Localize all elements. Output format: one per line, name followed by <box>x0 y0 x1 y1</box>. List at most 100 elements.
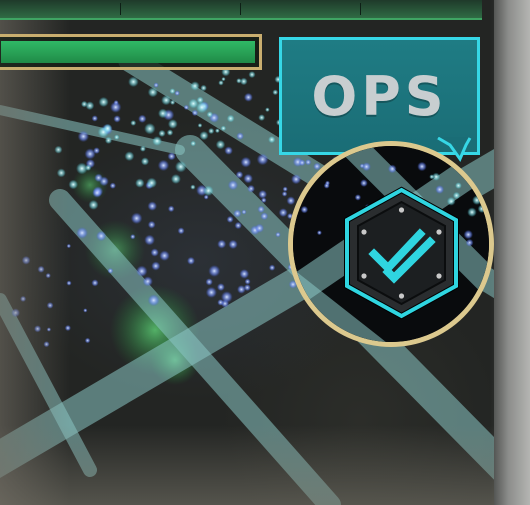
xm-particle <box>243 284 251 292</box>
xm-particle <box>240 77 248 86</box>
xm-particle <box>153 82 159 88</box>
xm-particle <box>139 145 146 152</box>
xm-particle <box>429 174 435 180</box>
xm-particle <box>147 294 160 307</box>
xm-particle <box>199 131 209 141</box>
xm-particle <box>147 87 158 98</box>
xm-particle <box>217 239 227 249</box>
xm-particle <box>142 276 153 287</box>
xm-particle <box>46 327 52 332</box>
xm-particle <box>169 88 176 94</box>
xm-particle <box>234 221 242 230</box>
xm-particle <box>152 136 163 146</box>
xm-particle <box>104 136 113 144</box>
xm-bar-fill <box>1 41 255 63</box>
xm-particle <box>45 272 51 279</box>
xm-particle <box>113 115 121 123</box>
xm-bar <box>0 34 262 70</box>
xm-particle <box>278 208 288 218</box>
xm-particle <box>208 265 221 277</box>
xm-particle <box>233 209 242 218</box>
xm-particle <box>96 230 107 242</box>
xm-particle <box>300 205 309 214</box>
xm-particle <box>43 341 50 348</box>
xm-particle <box>157 159 170 172</box>
xm-particle <box>167 119 178 129</box>
xm-particle <box>64 324 71 332</box>
xm-particle <box>54 145 63 154</box>
xm-particle <box>235 171 244 179</box>
xm-particle <box>66 280 72 286</box>
xm-particle <box>282 186 288 192</box>
xm-particle <box>167 152 176 161</box>
xm-particle <box>203 185 214 197</box>
xm-particle <box>77 130 90 143</box>
xm-particle <box>147 201 158 211</box>
xm-particle <box>130 234 136 240</box>
xm-particle <box>387 164 397 174</box>
xm-particle <box>56 168 66 178</box>
xm-particle <box>243 92 253 102</box>
xm-particle <box>183 104 189 110</box>
xm-particle <box>316 230 322 236</box>
xm-particle <box>258 114 266 121</box>
xm-particle <box>247 184 256 193</box>
xm-particle <box>224 146 233 155</box>
ops-button-label: OPS <box>311 64 448 128</box>
xm-particle <box>220 291 233 303</box>
xm-particle <box>472 195 482 205</box>
xm-particle <box>91 279 99 287</box>
xm-particle <box>37 265 45 273</box>
xm-particle <box>20 295 27 302</box>
xm-particle <box>190 184 196 190</box>
scanner-screen: OPS <box>0 0 530 505</box>
xm-particle <box>130 120 137 126</box>
xm-particle <box>146 177 157 189</box>
xm-particle <box>417 161 427 172</box>
xm-particle <box>66 243 72 249</box>
xm-particle <box>138 114 147 124</box>
xm-particle <box>136 265 148 277</box>
xm-particle <box>187 256 195 265</box>
xm-particle <box>147 220 156 229</box>
xm-particle <box>265 107 270 112</box>
xm-particle <box>103 123 113 133</box>
xm-particle <box>256 153 269 166</box>
hexagon-double-check-icon <box>344 186 459 320</box>
xm-particle <box>467 207 477 217</box>
xm-particle <box>248 71 256 79</box>
xm-particle <box>241 209 247 215</box>
xm-particle <box>208 127 215 135</box>
xm-particle <box>107 267 114 274</box>
xm-particle <box>463 229 473 240</box>
xm-particle <box>128 76 139 88</box>
xm-particle <box>114 134 120 140</box>
xm-particle <box>144 123 156 135</box>
xm-particle <box>174 90 180 96</box>
xm-particle <box>159 250 170 261</box>
xm-particle <box>110 101 122 113</box>
xm-particle <box>243 173 253 184</box>
xm-particle <box>81 100 88 108</box>
xm-particle <box>239 269 250 279</box>
xm-particle <box>135 178 145 188</box>
xm-particle <box>197 123 203 128</box>
xm-particle <box>226 215 234 223</box>
xm-particle <box>84 337 91 344</box>
xm-particle <box>218 80 224 86</box>
xm-particle <box>21 255 31 265</box>
level-bar-divider <box>120 3 121 15</box>
xm-particle <box>236 132 244 140</box>
xm-particle <box>151 261 161 271</box>
xm-particle <box>170 99 176 105</box>
level-bar-divider <box>240 3 241 15</box>
xm-particle <box>205 278 213 286</box>
xm-particle <box>190 81 200 91</box>
device-bezel-edge <box>494 0 530 505</box>
xm-particle <box>228 239 238 250</box>
xm-particle <box>190 140 196 147</box>
xm-particle <box>272 89 279 96</box>
xm-particle <box>226 114 235 123</box>
xm-particle <box>93 147 100 155</box>
xm-particle <box>150 248 159 257</box>
